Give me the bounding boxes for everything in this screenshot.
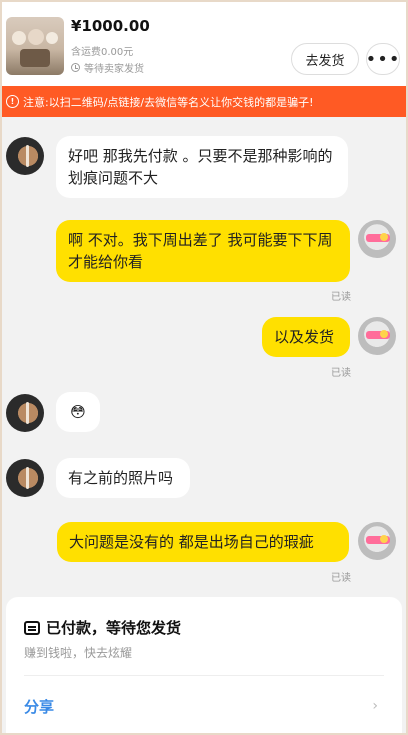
order-status-text: 等待卖家发货 xyxy=(84,64,144,75)
share-link[interactable]: 分享 xyxy=(24,696,54,717)
read-receipt: 已读 xyxy=(331,573,351,584)
seller-avatar[interactable] xyxy=(6,137,44,175)
order-price: ¥1000.00 xyxy=(71,17,150,35)
clock-icon xyxy=(71,63,80,72)
user-avatar[interactable] xyxy=(358,522,396,560)
card-title-text: 已付款，等待您发货 xyxy=(46,619,182,637)
order-status-card: 已付款，等待您发货 赚到钱啦，快去炫耀 分享 › xyxy=(6,597,402,735)
product-thumbnail[interactable] xyxy=(6,17,64,75)
ship-button[interactable]: 去发货 xyxy=(291,43,359,75)
message-bubble: 大问题是没有的 都是出场自己的瑕疵 xyxy=(57,522,349,562)
seller-avatar[interactable] xyxy=(6,459,44,497)
emoji-message-bubble: 😳 xyxy=(56,392,100,432)
order-status: 等待卖家发货 xyxy=(71,60,144,75)
message-bubble: 有之前的照片吗 xyxy=(56,458,190,498)
scam-warning-text: 注意:以扫二维码/点链接/去微信等名义让你交钱的都是骗子! xyxy=(23,95,314,109)
order-header: ¥1000.00 含运费0.00元 等待卖家发货 去发货 ••• xyxy=(0,0,408,86)
message-bubble: 以及发货 xyxy=(262,317,350,357)
message-bubble: 啊 不对。我下周出差了 我可能要下下周才能给你看 xyxy=(56,220,350,282)
user-avatar[interactable] xyxy=(358,220,396,258)
user-avatar[interactable] xyxy=(358,317,396,355)
shipping-fee: 含运费0.00元 xyxy=(71,47,134,58)
more-options-button[interactable]: ••• xyxy=(366,43,400,75)
more-dots-icon: ••• xyxy=(365,48,401,70)
wallet-icon xyxy=(24,620,40,635)
card-subtitle: 赚到钱啦，快去炫耀 xyxy=(24,646,133,660)
divider xyxy=(24,675,384,676)
warning-icon: ! xyxy=(6,95,19,108)
card-title: 已付款，等待您发货 xyxy=(24,617,181,638)
seller-avatar[interactable] xyxy=(6,394,44,432)
message-bubble: 好吧 那我先付款 。只要不是那种影响的划痕问题不大 xyxy=(56,136,348,198)
chevron-right-icon[interactable]: › xyxy=(372,698,378,714)
read-receipt: 已读 xyxy=(331,292,351,303)
read-receipt: 已读 xyxy=(331,368,351,379)
scam-warning-banner: ! 注意:以扫二维码/点链接/去微信等名义让你交钱的都是骗子! xyxy=(0,86,408,117)
